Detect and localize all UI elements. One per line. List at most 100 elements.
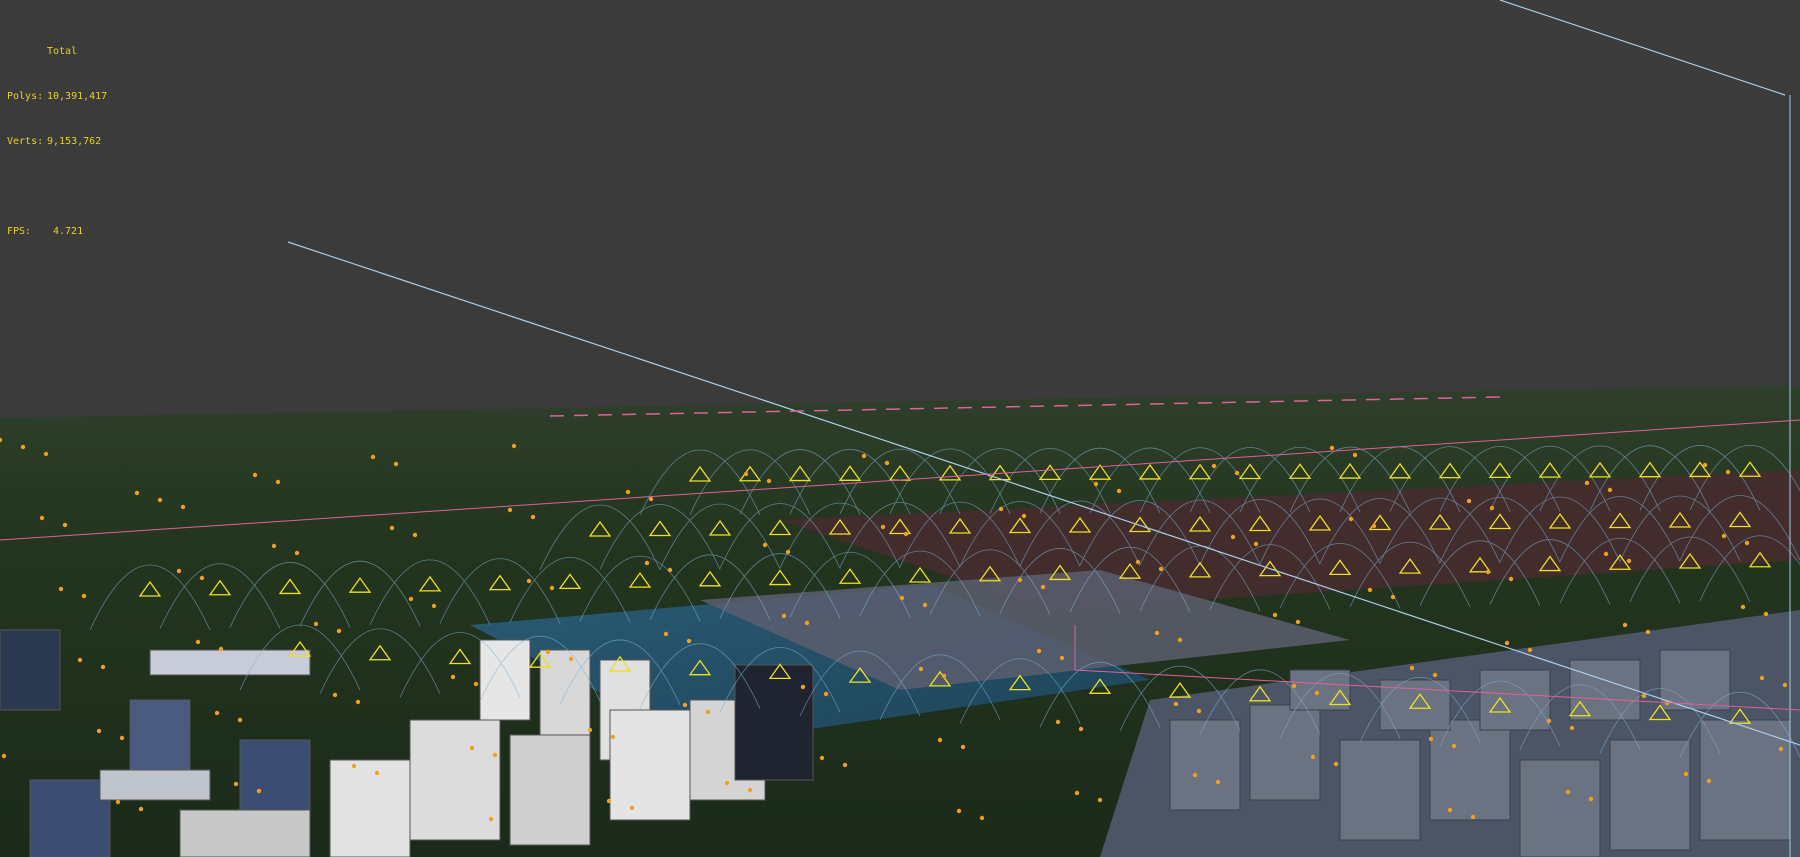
street-light bbox=[1782, 682, 1788, 688]
street-light bbox=[195, 639, 201, 645]
street-light bbox=[374, 770, 380, 776]
street-light bbox=[58, 586, 64, 592]
street-light bbox=[1645, 629, 1651, 635]
street-light bbox=[488, 816, 494, 822]
street-light bbox=[1702, 462, 1708, 468]
street-light bbox=[1569, 725, 1575, 731]
street-light bbox=[119, 735, 125, 741]
street-light bbox=[629, 805, 635, 811]
street-light bbox=[922, 602, 928, 608]
street-light bbox=[861, 453, 867, 459]
street-light bbox=[1040, 584, 1046, 590]
street-light bbox=[1135, 559, 1141, 565]
sky bbox=[0, 0, 1800, 420]
fps-label: FPS: bbox=[7, 226, 32, 237]
street-light bbox=[937, 737, 943, 743]
street-light bbox=[785, 549, 791, 555]
street-light bbox=[237, 717, 243, 723]
street-light bbox=[271, 543, 277, 549]
street-light bbox=[1508, 576, 1514, 582]
street-light bbox=[800, 684, 806, 690]
street-light bbox=[1428, 736, 1434, 742]
street-light bbox=[743, 471, 749, 477]
street-light bbox=[1447, 807, 1453, 813]
scene-render[interactable] bbox=[0, 0, 1800, 857]
street-light bbox=[545, 649, 551, 655]
street-light bbox=[1215, 779, 1221, 785]
street-light bbox=[199, 575, 205, 581]
street-light bbox=[450, 674, 456, 680]
street-light bbox=[1371, 523, 1377, 529]
street-light bbox=[1725, 469, 1731, 475]
street-light bbox=[233, 781, 239, 787]
street-light bbox=[766, 478, 772, 484]
street-light bbox=[313, 621, 319, 627]
street-light bbox=[549, 585, 555, 591]
street-light bbox=[412, 532, 418, 538]
street-light bbox=[1607, 487, 1613, 493]
verts-value: 9,153,762 bbox=[47, 136, 102, 147]
street-light bbox=[1196, 708, 1202, 714]
street-light bbox=[644, 560, 650, 566]
street-light bbox=[1055, 719, 1061, 725]
street-light bbox=[62, 522, 68, 528]
street-light bbox=[1074, 790, 1080, 796]
street-light bbox=[1352, 452, 1358, 458]
street-light bbox=[1348, 516, 1354, 522]
street-light bbox=[998, 506, 1004, 512]
street-light bbox=[1603, 551, 1609, 557]
street-light bbox=[96, 728, 102, 734]
street-light bbox=[1584, 480, 1590, 486]
street-light bbox=[511, 443, 517, 449]
street-light bbox=[1641, 693, 1647, 699]
street-light bbox=[1706, 778, 1712, 784]
3d-viewport[interactable]: Total Polys: 10,391,417 Verts: 9,153,762 F… bbox=[0, 0, 1800, 857]
street-light bbox=[1466, 498, 1472, 504]
street-light bbox=[956, 808, 962, 814]
street-light bbox=[667, 567, 673, 573]
street-light bbox=[903, 531, 909, 537]
street-light bbox=[469, 745, 475, 751]
street-light bbox=[1390, 594, 1396, 600]
street-light bbox=[39, 515, 45, 521]
street-light bbox=[1116, 488, 1122, 494]
street-light bbox=[1295, 619, 1301, 625]
street-light bbox=[1192, 772, 1198, 778]
street-light bbox=[1565, 789, 1571, 795]
street-light bbox=[804, 620, 810, 626]
street-light bbox=[1059, 655, 1065, 661]
street-light bbox=[682, 702, 688, 708]
street-light bbox=[842, 762, 848, 768]
street-light bbox=[1017, 577, 1023, 583]
street-light bbox=[1234, 470, 1240, 476]
street-light bbox=[294, 550, 300, 556]
street-light bbox=[1329, 445, 1335, 451]
street-light bbox=[1021, 513, 1027, 519]
street-light bbox=[180, 504, 186, 510]
street-light bbox=[1546, 718, 1552, 724]
street-light bbox=[1744, 540, 1750, 546]
street-light bbox=[1622, 622, 1628, 628]
street-light bbox=[526, 578, 532, 584]
street-light bbox=[1253, 541, 1259, 547]
street-light bbox=[1211, 463, 1217, 469]
street-light bbox=[979, 815, 985, 821]
street-light bbox=[275, 479, 281, 485]
street-light bbox=[1432, 672, 1438, 678]
fps-value: 4.721 bbox=[53, 226, 84, 237]
street-light bbox=[1291, 683, 1297, 689]
street-light bbox=[705, 709, 711, 715]
street-light bbox=[1093, 481, 1099, 487]
street-light bbox=[918, 666, 924, 672]
street-light bbox=[960, 744, 966, 750]
street-light bbox=[252, 472, 258, 478]
street-light bbox=[1470, 814, 1476, 820]
street-light bbox=[389, 525, 395, 531]
street-light bbox=[1740, 604, 1746, 610]
street-light bbox=[747, 787, 753, 793]
street-light bbox=[370, 454, 376, 460]
street-light bbox=[663, 631, 669, 637]
street-light bbox=[781, 613, 787, 619]
street-light bbox=[336, 628, 342, 634]
street-light bbox=[1158, 566, 1164, 572]
